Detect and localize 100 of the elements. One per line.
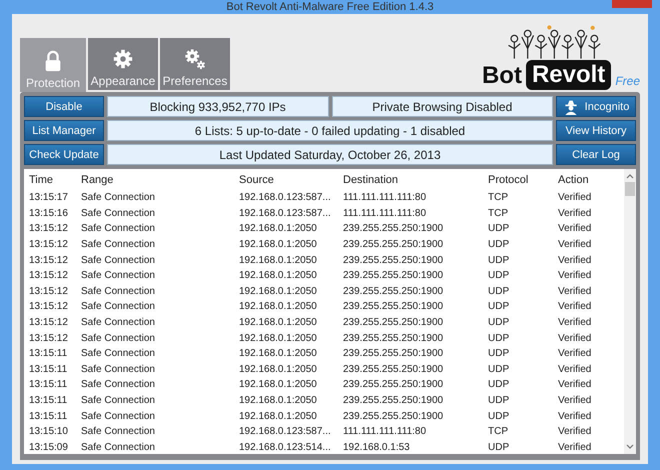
table-cell-text: UDP [488, 270, 510, 282]
table-cell-text: Verified [558, 426, 592, 438]
table-cell-text: UDP [488, 223, 510, 234]
table-cell-text: Verified [558, 301, 592, 312]
logo-text: Revolt [526, 60, 612, 90]
table-cell-text: 13:15:17 [29, 192, 69, 204]
table-cell-text: 192.168.0.1:2050 [239, 410, 318, 422]
table-cell-text: 192.168.0.1:2050 [239, 254, 318, 266]
table-cell-text: 239.255.255.250:1900 [343, 254, 444, 266]
toolbar-button[interactable]: View History [556, 120, 636, 141]
toolbar-button[interactable]: Incognito [556, 96, 636, 117]
table-cell-text: UDP [488, 286, 510, 297]
table-cell-text: 192.168.0.123:587... [239, 208, 332, 219]
table-cell-text: UDP [488, 239, 510, 250]
table-cell-text: 239.255.255.250:1900 [343, 332, 444, 344]
table-cell-text: 192.168.0.1:53 [343, 442, 411, 453]
table-cell-text: UDP [488, 332, 510, 344]
tab[interactable]: Preferences [160, 38, 230, 90]
table-cell-text: 13:15:12 [29, 270, 69, 282]
table-cell-text: UDP [488, 348, 510, 360]
scrollbar[interactable] [624, 169, 636, 454]
table-cell-text: 13:15:11 [29, 364, 68, 375]
table-cell-text: 192.168.0.1:2050 [239, 270, 318, 282]
list-manager-button[interactable]: List Manager [24, 120, 104, 141]
table-cell-text: Verified [558, 254, 592, 266]
table-cell-text: 192.168.0.1:2050 [239, 395, 318, 406]
table-cell-text: 239.255.255.250:1900 [343, 223, 444, 234]
table-cell-text: Safe Connection [81, 286, 156, 297]
table-cell-text: 239.255.255.250:1900 [343, 379, 444, 390]
table-cell-text: Safe Connection [81, 317, 156, 328]
table-cell-text: 13:15:10 [29, 426, 69, 438]
table-cell-text: Safe Connection [81, 332, 156, 344]
table-cell-text: TCP [488, 192, 509, 204]
edition-label: Free [615, 74, 640, 88]
table-cell-text: UDP [488, 254, 510, 266]
column-header[interactable]: Time [29, 174, 81, 186]
logo-text: Bot [482, 62, 522, 90]
table-cell-text: 192.168.0.123:514... [239, 442, 332, 453]
table-cell-text: Verified [558, 239, 592, 250]
table-cell-text: 239.255.255.250:1900 [343, 348, 444, 360]
table-cell-text: UDP [488, 301, 510, 312]
scroll-up-icon[interactable] [626, 173, 634, 179]
table-cell-text: 13:15:16 [29, 208, 69, 219]
table-cell-text: 192.168.0.1:2050 [239, 239, 318, 250]
table-cell-text: Verified [558, 208, 592, 219]
status-field: Private Browsing Disabled [332, 96, 553, 117]
table-cell-text: 13:15:12 [29, 301, 69, 312]
table-cell-text: 111.111.111.111:80 [343, 426, 428, 438]
table-cell-text: UDP [488, 317, 510, 328]
table-cell-text: Verified [558, 410, 592, 422]
table-cell-text: Safe Connection [81, 395, 156, 406]
table-cell-text: TCP [488, 426, 509, 438]
scroll-thumb[interactable] [625, 182, 635, 196]
disable-button[interactable]: Disable [24, 96, 104, 117]
table-cell-text: Safe Connection [81, 270, 156, 282]
status-field: 6 Lists: 5 up-to-date - 0 failed updating - 1 disabled [107, 120, 553, 141]
table-cell-text: Safe Connection [81, 348, 156, 360]
table-cell-text: Safe Connection [81, 410, 156, 422]
table-cell-text: Safe Connection [81, 442, 156, 453]
table-cell-text: 192.168.0.1:2050 [239, 332, 318, 344]
table-cell-text: UDP [488, 395, 510, 406]
check-update-button[interactable]: Check Update [24, 144, 104, 165]
table-cell-text: Safe Connection [81, 379, 156, 390]
status-field: Blocking 933,952,770 IPs [107, 96, 328, 117]
table-cell-text: 111.111.111.111:80 [343, 192, 428, 204]
table-cell-text: Safe Connection [81, 223, 156, 234]
table-cell-text: 239.255.255.250:1900 [343, 301, 444, 312]
table-cell-text: 13:15:12 [29, 223, 69, 234]
table-cell-text: Safe Connection [81, 301, 156, 312]
gears-icon [184, 48, 206, 70]
window-title: Bot Revolt Anti-Malware Free Edition 1.4.3 [226, 1, 434, 13]
table-cell-text: 239.255.255.250:1900 [343, 410, 444, 422]
table-cell-text: Verified [558, 317, 592, 328]
scroll-down-icon[interactable] [626, 444, 634, 450]
table-cell-text: Verified [558, 348, 592, 360]
gear-icon [112, 48, 134, 70]
spy-icon [562, 98, 579, 114]
table-cell-text: 192.168.0.1:2050 [239, 286, 318, 297]
table-cell-text: 192.168.0.1:2050 [239, 223, 318, 234]
table-cell-text: Safe Connection [81, 239, 156, 250]
column-header[interactable]: Protocol [488, 174, 558, 186]
table-cell-text: 111.111.111.111:80 [343, 208, 428, 219]
table-cell-text: 13:15:11 [29, 379, 68, 390]
column-header[interactable]: Action [558, 174, 614, 186]
table-cell-text: 13:15:09 [29, 442, 69, 453]
table-cell-text: Safe Connection [81, 426, 156, 438]
tab[interactable]: Appearance [88, 38, 158, 90]
table-cell-text: Safe Connection [81, 208, 156, 219]
column-header[interactable]: Source [239, 174, 343, 186]
table-cell-text: 239.255.255.250:1900 [343, 270, 444, 282]
column-header[interactable]: Range [81, 174, 239, 186]
toolbar-button[interactable]: Clear Log [556, 144, 636, 165]
column-header[interactable]: Destination [343, 174, 488, 186]
table-cell-text: 13:15:11 [29, 348, 68, 360]
close-button[interactable] [612, 0, 652, 8]
table-cell-text: Verified [558, 286, 592, 297]
table-cell-text: 192.168.0.123:587... [239, 426, 332, 438]
table-cell-text: 239.255.255.250:1900 [343, 239, 444, 250]
table-cell-text: Verified [558, 364, 592, 375]
table-cell-text: 239.255.255.250:1900 [343, 395, 444, 406]
